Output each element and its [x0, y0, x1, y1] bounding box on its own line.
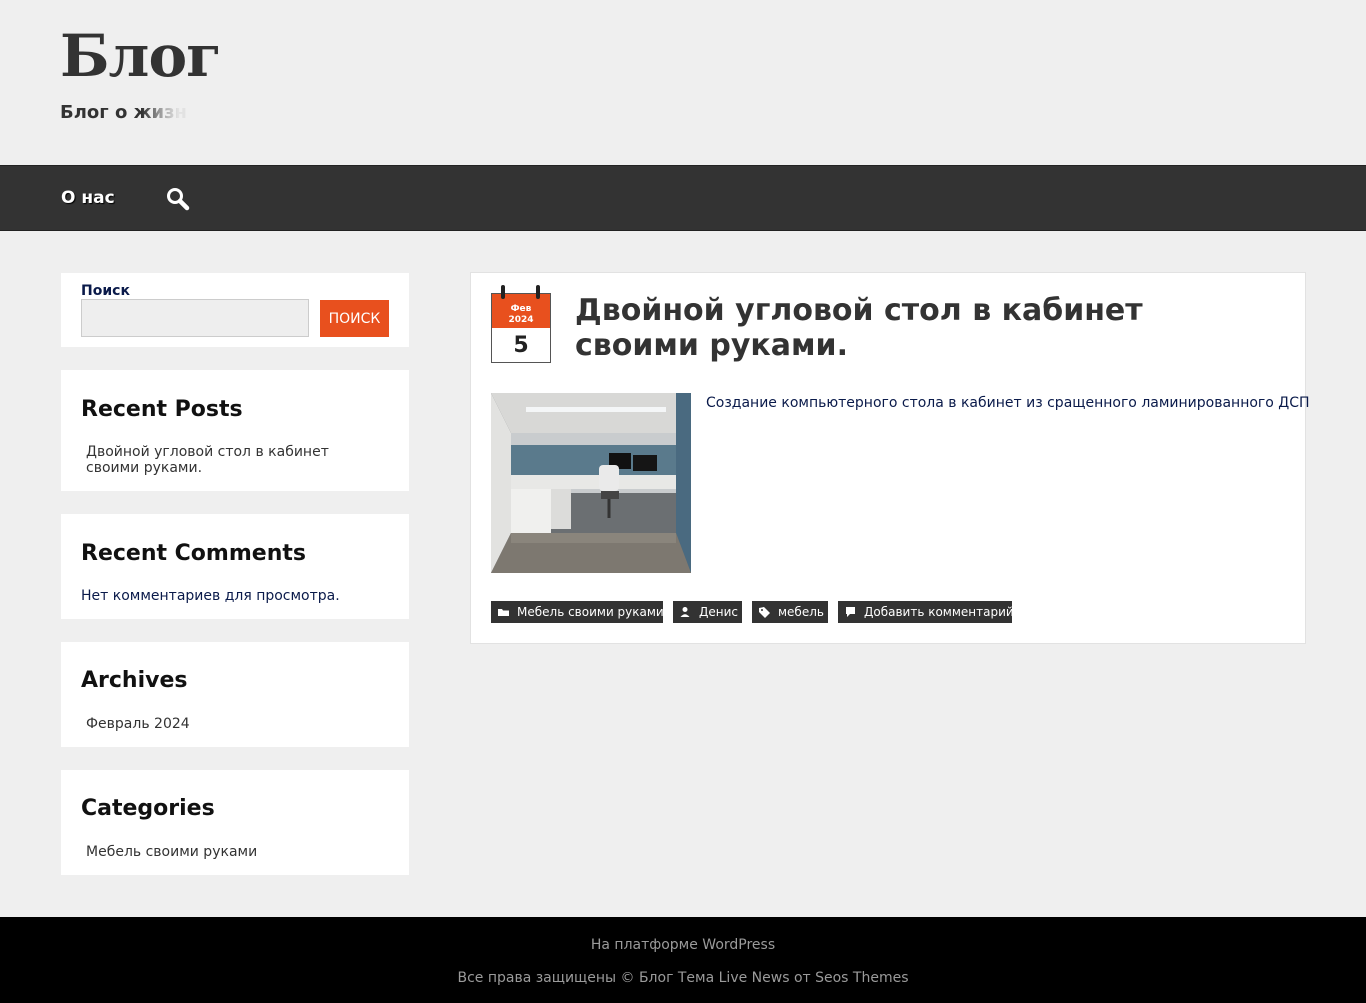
date-year: 2024: [508, 315, 534, 325]
category-link[interactable]: Мебель своими руками: [86, 844, 376, 860]
no-comments-text: Нет комментариев для просмотра.: [81, 588, 340, 604]
search-label: Поиск: [81, 283, 130, 299]
archives-widget: Archives Февраль 2024: [61, 642, 409, 747]
search-widget: Поиск ПОИСК: [61, 273, 409, 347]
office-desk-photo: [491, 393, 691, 573]
recent-comments-widget: Recent Comments Нет комментариев для про…: [61, 514, 409, 619]
post-card: Фев 2024 5 Двойной угловой стол в кабине…: [470, 272, 1310, 644]
post-author-tag[interactable]: Денис: [673, 601, 742, 623]
post-thumbnail[interactable]: [491, 393, 691, 573]
post-title[interactable]: Двойной угловой стол в кабинет своими ру…: [575, 293, 1275, 363]
user-icon: [680, 607, 690, 617]
search-button[interactable]: ПОИСК: [320, 300, 389, 337]
post-tag-tag[interactable]: мебель: [752, 601, 828, 623]
post-category-tag[interactable]: Мебель своими руками: [491, 601, 664, 623]
calendar-ring: [536, 285, 540, 299]
calendar-ring: [501, 285, 505, 299]
date-badge: Фев 2024 5: [491, 285, 551, 363]
comment-icon: [846, 607, 855, 617]
search-input[interactable]: [81, 299, 309, 337]
folder-icon: [498, 609, 509, 616]
archive-link[interactable]: Февраль 2024: [86, 716, 376, 732]
footer-powered-link[interactable]: На платформе WordPress: [0, 937, 1366, 953]
site-tagline: Блог о жизн: [60, 102, 187, 123]
post-excerpt: Создание компьютерного стола в кабинет и…: [706, 395, 1310, 411]
date-badge-top: Фев 2024: [492, 294, 550, 328]
archives-title: Archives: [81, 668, 188, 693]
add-comment-label: Добавить комментарий: [864, 605, 1014, 619]
recent-posts-title: Recent Posts: [81, 397, 243, 422]
add-comment-tag[interactable]: Добавить комментарий: [838, 601, 1014, 623]
date-day: 5: [513, 333, 529, 358]
recent-post-link[interactable]: Двойной угловой стол в кабинет своими ру…: [86, 444, 376, 476]
site-footer: На платформе WordPress Все права защищен…: [0, 917, 1366, 1003]
footer-copyright: Все права защищены © Блог Тема Live News…: [457, 970, 909, 986]
categories-widget: Categories Мебель своими руками: [61, 770, 409, 875]
categories-title: Categories: [81, 796, 215, 821]
site-header: Блог Блог о жизн: [0, 0, 1366, 165]
nav-item-about[interactable]: О нас: [61, 186, 115, 210]
main-nav: О нас: [0, 165, 1366, 231]
recent-posts-widget: Recent Posts Двойной угловой стол в каби…: [61, 370, 409, 491]
post-category-label: Мебель своими руками: [517, 605, 664, 619]
site-title[interactable]: Блог: [60, 22, 222, 90]
recent-comments-title: Recent Comments: [81, 541, 306, 566]
tag-icon: [759, 607, 770, 618]
search-icon[interactable]: [165, 186, 191, 212]
